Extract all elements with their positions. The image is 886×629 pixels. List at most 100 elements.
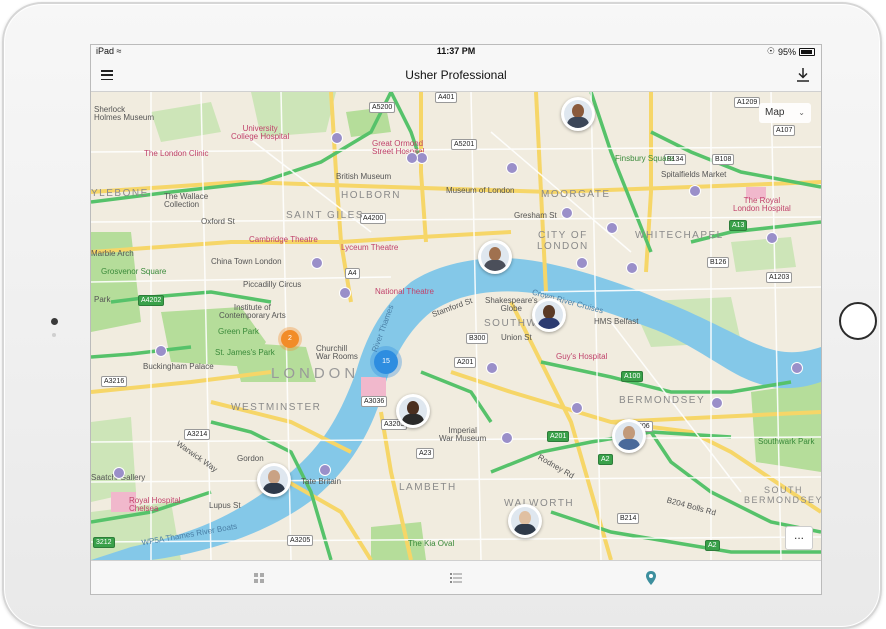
poi-marker[interactable] — [113, 467, 125, 479]
poi-marker[interactable] — [406, 152, 418, 164]
poi-marker[interactable] — [576, 257, 588, 269]
road-label: A401 — [435, 92, 458, 103]
place-label: China Town London — [211, 257, 282, 266]
user-avatar-marker[interactable] — [561, 97, 595, 131]
poi-marker[interactable] — [339, 287, 351, 299]
page-title: Usher Professional — [405, 68, 507, 82]
road-label: A1203 — [766, 272, 793, 283]
user-avatar-marker[interactable] — [612, 419, 646, 453]
district-label: WESTMINSTER — [231, 402, 322, 413]
poi-marker[interactable] — [711, 397, 723, 409]
chevron-down-icon: ⌄ — [798, 108, 805, 117]
place-label: Gordon — [237, 454, 264, 463]
user-cluster-marker[interactable]: 15 — [374, 350, 398, 374]
map-view[interactable]: A401 A5200 A1209 A107 A5201 B134 B108 A4… — [91, 92, 821, 560]
district-label: SAINT GILES — [286, 210, 365, 221]
user-avatar-marker[interactable] — [532, 298, 566, 332]
road-label: A3214 — [184, 429, 211, 440]
place-label: Royal Hospital Chelsea — [129, 496, 181, 513]
place-label: Guy's Hospital — [556, 352, 608, 361]
road-label: A100 — [621, 371, 644, 382]
place-label: Lupus St — [209, 501, 241, 510]
poi-marker[interactable] — [486, 362, 498, 374]
poi-marker[interactable] — [766, 232, 778, 244]
user-avatar-marker[interactable] — [257, 463, 291, 497]
road-label: B214 — [617, 513, 640, 524]
road-label: A5200 — [369, 102, 396, 113]
road-label: A201 — [454, 357, 477, 368]
road-label: A4202 — [138, 295, 165, 306]
place-label: Grosvenor Square — [101, 267, 167, 276]
district-label: LONDON — [271, 365, 360, 382]
district-label: SOUTHW — [484, 318, 538, 329]
place-label: The Kia Oval — [408, 539, 455, 548]
place-label: Buckingham Palace — [143, 362, 214, 371]
camera — [51, 318, 58, 325]
place-label: Imperial War Museum — [439, 426, 487, 443]
place-label: British Museum — [336, 172, 392, 181]
list-icon[interactable] — [448, 570, 464, 586]
poi-marker[interactable] — [506, 162, 518, 174]
poi-marker[interactable] — [155, 345, 167, 357]
place-label: Spitalfields Market — [661, 170, 727, 179]
poi-marker[interactable] — [571, 402, 583, 414]
user-avatar-marker[interactable] — [396, 394, 430, 428]
download-icon[interactable] — [795, 66, 811, 84]
poi-marker[interactable] — [319, 464, 331, 476]
sensor — [52, 333, 56, 337]
road-label: A5201 — [451, 139, 478, 150]
place-label: Green Park — [218, 327, 259, 336]
road-label: B108 — [712, 154, 735, 165]
place-label: Museum of London — [446, 186, 515, 195]
place-label: Shakespeare's Globe — [485, 296, 538, 313]
road-label: A4 — [345, 268, 360, 279]
district-label: LAMBETH — [399, 482, 457, 493]
grid-icon[interactable] — [251, 570, 267, 586]
place-label: Finsbury Square — [615, 154, 674, 163]
place-label: Oxford St — [201, 217, 235, 226]
road-label: 3212 — [93, 537, 115, 548]
place-label: HMS Belfast — [594, 317, 639, 326]
road-label: A3205 — [287, 535, 314, 546]
user-cluster-marker[interactable]: 2 — [281, 330, 299, 348]
location-pin-icon[interactable] — [643, 570, 659, 586]
user-avatar-marker[interactable] — [478, 240, 512, 274]
poi-marker[interactable] — [501, 432, 513, 444]
place-label: Tate Britain — [301, 477, 342, 486]
poi-marker[interactable] — [331, 132, 343, 144]
user-avatar-marker[interactable] — [508, 504, 542, 538]
home-button[interactable] — [839, 302, 877, 340]
road-label: A13 — [729, 220, 748, 231]
poi-marker[interactable] — [626, 262, 638, 274]
poi-marker[interactable] — [791, 362, 803, 374]
road-label: B300 — [466, 333, 489, 344]
more-options-button[interactable]: ... — [785, 526, 813, 550]
place-label: Institute of Contemporary Arts — [219, 303, 286, 320]
place-label: The Wallace Collection — [164, 192, 209, 209]
district-label: BERMONDSEY — [619, 395, 706, 406]
district-label: MOORGATE — [541, 189, 611, 200]
poi-marker[interactable] — [561, 207, 573, 219]
road-label: A23 — [416, 448, 435, 459]
status-bar: iPad ≈ 11:37 PM ☉ 95% — [91, 45, 821, 59]
map-type-label: Map — [765, 107, 785, 118]
orientation-lock-icon: ☉ — [766, 46, 775, 56]
poi-marker[interactable] — [311, 257, 323, 269]
poi-marker[interactable] — [606, 222, 618, 234]
poi-marker[interactable] — [689, 185, 701, 197]
screen: iPad ≈ 11:37 PM ☉ 95% Usher Professional — [90, 44, 822, 595]
clock: 11:37 PM — [436, 46, 476, 56]
place-label: Gresham St — [514, 211, 557, 220]
road-label: B126 — [707, 257, 730, 268]
map-type-selector[interactable]: Map ⌄ — [759, 103, 811, 123]
place-label: Cambridge Theatre — [249, 235, 318, 244]
place-label: The London Clinic — [144, 149, 209, 158]
district-label: SOUTH BERMONDSEY — [744, 485, 821, 505]
road-label: A107 — [773, 125, 796, 136]
place-label: Union St — [501, 333, 532, 342]
road-label: A2 — [705, 540, 720, 551]
battery-percent: 95% — [777, 46, 796, 57]
place-label: Southwark Park — [758, 437, 815, 446]
battery-icon — [799, 47, 815, 56]
road-label: A2 — [598, 454, 613, 465]
